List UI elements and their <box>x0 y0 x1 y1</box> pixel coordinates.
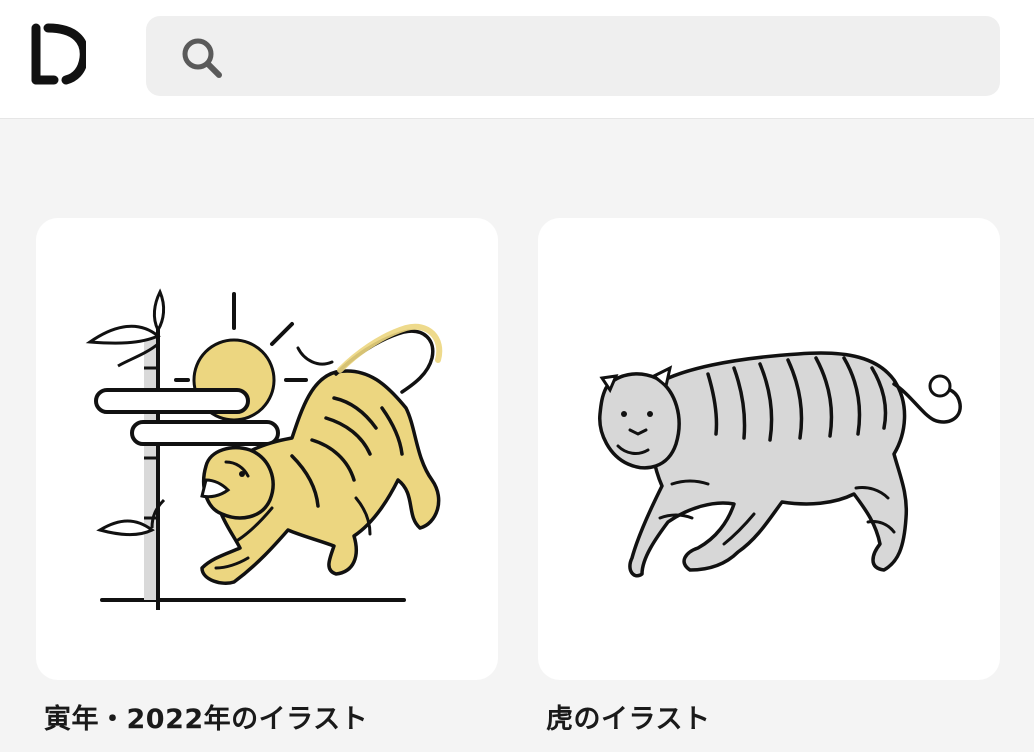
illustration-card[interactable] <box>36 218 498 680</box>
card-title[interactable]: 虎のイラスト <box>546 697 710 736</box>
search-input[interactable] <box>242 16 986 98</box>
search-bar[interactable] <box>146 16 1000 98</box>
illustration-card[interactable] <box>538 218 1000 680</box>
card-title[interactable]: 寅年・2022年のイラスト <box>44 697 368 736</box>
tiger-sun-bamboo-illustration <box>85 288 443 610</box>
walking-tiger-illustration <box>598 351 962 578</box>
search-icon <box>182 38 222 78</box>
app-header <box>0 0 1034 119</box>
d-logo-icon[interactable] <box>28 18 86 90</box>
